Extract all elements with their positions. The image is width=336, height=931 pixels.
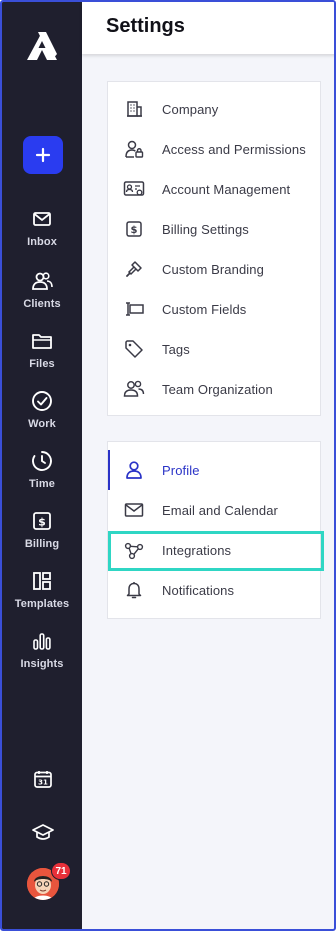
nav-insights[interactable]: Insights	[2, 630, 82, 684]
app-logo-icon[interactable]	[25, 30, 59, 62]
team-icon	[123, 378, 145, 400]
svg-text:$: $	[131, 225, 138, 236]
work-icon	[31, 390, 53, 412]
building-icon	[123, 98, 145, 120]
nav-time[interactable]: Time	[2, 450, 82, 504]
settings-item-notifications[interactable]: Notifications	[108, 570, 320, 610]
user-icon	[123, 459, 145, 481]
settings-item-email-calendar[interactable]: Email and Calendar	[108, 490, 320, 530]
nav-work[interactable]: Work	[2, 390, 82, 444]
settings-item-integrations-label: Integrations	[162, 542, 232, 558]
nav-inbox-label: Inbox	[27, 236, 57, 248]
templates-icon	[31, 570, 53, 592]
bell-icon	[123, 579, 145, 601]
svg-text:$: $	[38, 516, 46, 529]
settings-item-billing-settings-label: Billing Settings	[162, 221, 249, 237]
dollar-doc-icon: $	[123, 218, 145, 240]
plus-icon	[35, 147, 51, 163]
nav-billing[interactable]: $ Billing	[2, 510, 82, 564]
settings-item-custom-branding-label: Custom Branding	[162, 261, 264, 277]
nav-inbox[interactable]: Inbox	[2, 208, 82, 262]
calendar-icon[interactable]: 31	[31, 767, 55, 791]
settings-item-tags-label: Tags	[162, 341, 190, 357]
nav-files-label: Files	[29, 358, 55, 370]
inbox-icon	[31, 208, 53, 230]
tag-icon	[123, 338, 145, 360]
calendar-day-label: 31	[38, 779, 48, 787]
academy-graduation-cap-icon[interactable]	[31, 820, 55, 844]
custom-field-icon	[123, 298, 145, 320]
settings-item-email-calendar-label: Email and Calendar	[162, 502, 278, 518]
notification-count-badge: 71	[51, 862, 71, 880]
insights-icon	[31, 630, 53, 652]
nav-templates[interactable]: Templates	[2, 570, 82, 624]
app-window: Inbox Clients Files Work Time $ Billing …	[0, 0, 336, 931]
settings-item-custom-fields[interactable]: Custom Fields	[108, 289, 320, 329]
settings-item-account-management[interactable]: Account Management	[108, 169, 320, 209]
nav-billing-label: Billing	[24, 538, 60, 550]
billing-icon: $	[31, 510, 53, 532]
settings-item-profile-label: Profile	[162, 462, 200, 478]
settings-item-billing-settings[interactable]: $ Billing Settings	[108, 209, 320, 249]
left-nav-rail: Inbox Clients Files Work Time $ Billing …	[2, 2, 82, 929]
settings-item-team-organization[interactable]: Team Organization	[108, 369, 320, 409]
personal-settings-card: Profile Email and Calendar Integrations …	[107, 441, 321, 619]
envelope-icon	[123, 499, 145, 521]
nav-time-label: Time	[29, 478, 55, 490]
settings-item-account-management-label: Account Management	[162, 181, 291, 197]
settings-item-access-permissions[interactable]: Access and Permissions	[108, 129, 320, 169]
user-lock-icon	[123, 138, 145, 160]
clients-icon	[31, 270, 53, 292]
nav-clients[interactable]: Clients	[2, 270, 82, 324]
settings-item-team-organization-label: Team Organization	[162, 381, 273, 397]
settings-item-custom-branding[interactable]: Custom Branding	[108, 249, 320, 289]
settings-item-integrations[interactable]: Integrations	[108, 530, 320, 570]
nav-files[interactable]: Files	[2, 330, 82, 384]
nav-clients-label: Clients	[23, 298, 61, 310]
nav-insights-label: Insights	[20, 658, 64, 670]
settings-item-notifications-label: Notifications	[162, 582, 235, 598]
time-icon	[31, 450, 53, 472]
settings-item-custom-fields-label: Custom Fields	[162, 301, 247, 317]
settings-item-tags[interactable]: Tags	[108, 329, 320, 369]
id-card-gear-icon	[123, 178, 145, 200]
nav-templates-label: Templates	[14, 598, 70, 610]
page-header: Settings	[82, 2, 334, 54]
settings-item-company[interactable]: Company	[108, 89, 320, 129]
firm-settings-card: Company Access and Permissions Account M…	[107, 81, 321, 416]
create-new-button[interactable]	[23, 136, 63, 174]
files-icon	[31, 330, 53, 352]
settings-item-access-permissions-label: Access and Permissions	[162, 141, 306, 157]
integrations-icon	[123, 539, 145, 561]
settings-item-company-label: Company	[162, 101, 219, 117]
nav-work-label: Work	[28, 418, 56, 430]
settings-item-profile[interactable]: Profile	[108, 450, 320, 490]
brush-icon	[123, 258, 145, 280]
page-title: Settings	[106, 15, 185, 37]
